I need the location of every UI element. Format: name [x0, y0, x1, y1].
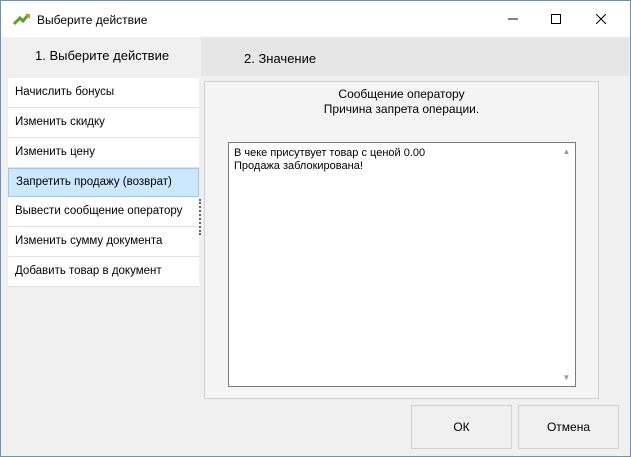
- close-icon: [596, 14, 606, 24]
- panel-subtitle: Причина запрета операции.: [323, 102, 480, 116]
- step1-label: 1. Выберите действие: [35, 48, 170, 63]
- ok-button[interactable]: ОК: [411, 405, 512, 449]
- action-item-selected[interactable]: Запретить продажу (возврат): [8, 168, 199, 197]
- vertical-scrollbar[interactable]: ▲ ▼: [558, 143, 575, 386]
- value-panel: Сообщение оператору Причина запрета опер…: [204, 81, 599, 399]
- splitter-handle[interactable]: [199, 199, 203, 235]
- action-item[interactable]: Вывести сообщение оператору: [8, 197, 199, 227]
- step2-header: 2. Значение: [201, 37, 629, 76]
- message-textarea[interactable]: В чеке присутвует товар с ценой 0.00 Про…: [228, 142, 576, 387]
- action-item[interactable]: Добавить товар в документ: [8, 257, 199, 287]
- action-item[interactable]: Изменить сумму документа: [8, 227, 199, 257]
- cancel-button[interactable]: Отмена: [518, 405, 619, 449]
- scroll-down-icon[interactable]: ▼: [562, 373, 571, 382]
- close-button[interactable]: [578, 1, 624, 37]
- dialog-window: Выберите действие 1. Выберите действие 2…: [0, 0, 631, 457]
- minimize-button[interactable]: [490, 1, 536, 37]
- scroll-up-icon[interactable]: ▲: [562, 147, 571, 156]
- minimize-icon: [508, 18, 518, 20]
- app-arrow-icon: [13, 14, 30, 26]
- panel-title: Сообщение оператору: [338, 87, 465, 101]
- window-title: Выберите действие: [37, 13, 148, 27]
- maximize-button[interactable]: [533, 1, 579, 37]
- action-item[interactable]: Начислить бонусы: [8, 78, 199, 108]
- step2-label: 2. Значение: [244, 51, 317, 66]
- action-item[interactable]: Изменить цену: [8, 138, 199, 168]
- step1-header: 1. Выберите действие: [2, 37, 200, 76]
- maximize-icon: [551, 14, 561, 24]
- action-list: Начислить бонусы Изменить скидку Изменит…: [8, 78, 199, 287]
- message-text: В чеке присутвует товар с ценой 0.00 Про…: [234, 147, 426, 172]
- action-item[interactable]: Изменить скидку: [8, 108, 199, 138]
- title-bar[interactable]: Выберите действие: [1, 1, 630, 37]
